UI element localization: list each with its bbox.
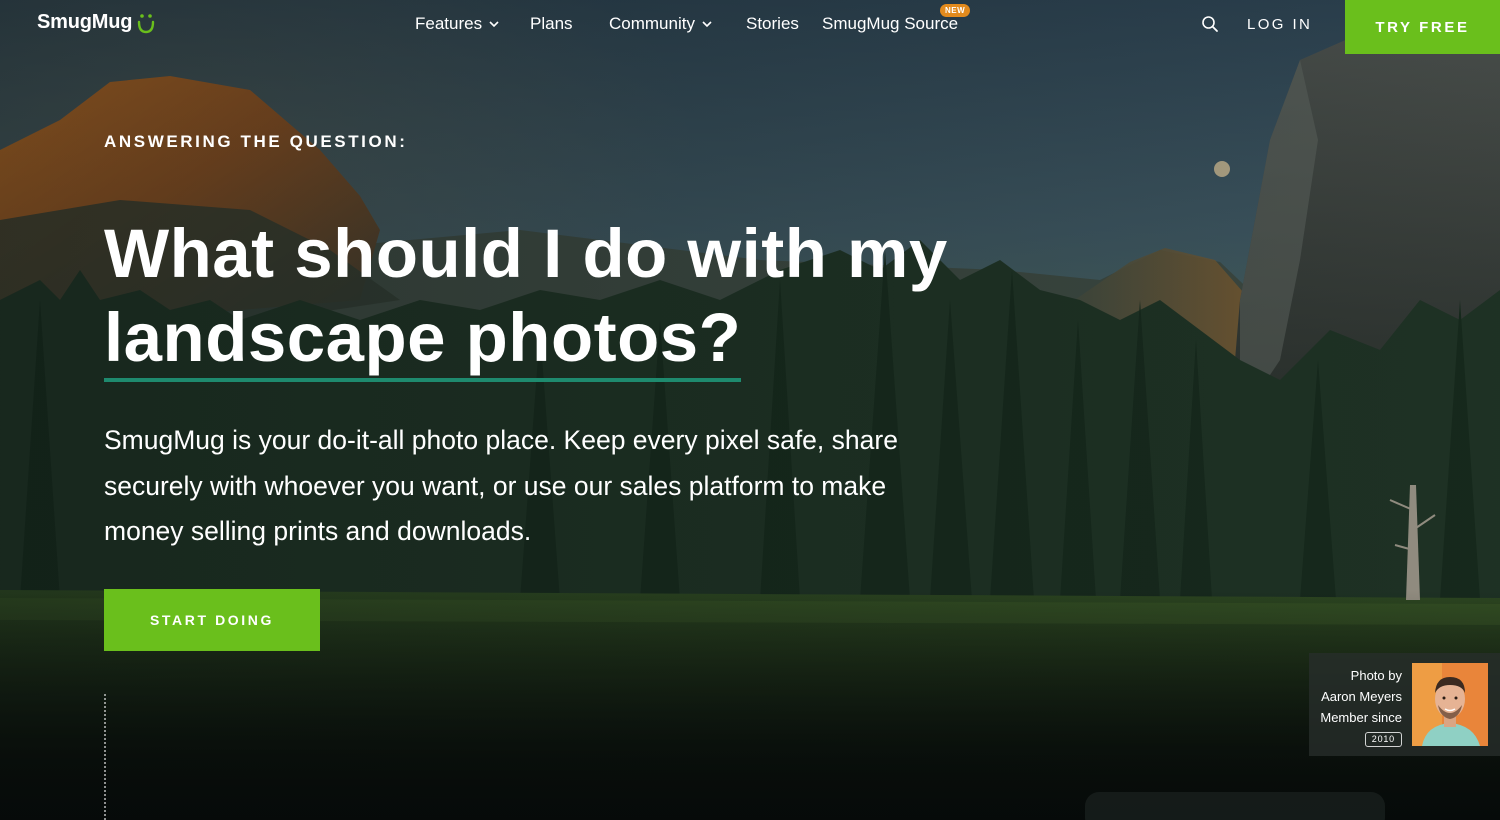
smugmug-face-icon — [138, 13, 155, 33]
try-free-button[interactable]: TRY FREE — [1345, 0, 1500, 54]
search-icon[interactable] — [1201, 15, 1219, 33]
nav-item-smugmug-source[interactable]: SmugMug Source — [822, 14, 958, 34]
logo-wordmark: SmugMug — [37, 11, 133, 33]
hero-eyebrow: ANSWERING THE QUESTION: — [104, 132, 408, 151]
bottom-floating-panel — [1085, 792, 1385, 820]
chevron-down-icon — [702, 20, 712, 27]
photographer-name: Aaron Meyers — [1321, 689, 1402, 704]
hero-description: SmugMug is your do-it-all photo place. K… — [104, 425, 898, 546]
avatar-portrait — [1412, 663, 1488, 746]
credit-label: Photo by — [1350, 668, 1402, 683]
nav-item-label: SmugMug Source — [822, 14, 959, 33]
nav-item-label: Community — [609, 14, 695, 33]
smugmug-logo[interactable]: SmugMug — [37, 11, 156, 34]
start-doing-button[interactable]: START DOING — [104, 589, 320, 651]
hero-background-photo — [0, 0, 1500, 820]
scroll-indicator-line — [104, 694, 106, 820]
headline-line-1: What should I do with my — [104, 215, 948, 292]
login-link[interactable]: LOG IN — [1247, 16, 1312, 33]
headline-line-2-underlined: landscape photos? — [104, 296, 742, 382]
nav-item-plans[interactable]: Plans — [530, 14, 573, 34]
chevron-down-icon — [489, 20, 499, 27]
hero-headline: What should I do with my landscape photo… — [104, 212, 1004, 382]
nav-item-label: Features — [415, 14, 483, 33]
member-year-badge: 2010 — [1364, 732, 1402, 747]
nav-item-label: Stories — [746, 14, 799, 33]
nav-item-label: Plans — [530, 14, 573, 33]
top-navigation: SmugMug Features Plans Community Stories… — [0, 0, 1500, 54]
member-since-label: Member since — [1320, 710, 1402, 725]
nav-item-features[interactable]: Features — [415, 14, 499, 34]
photo-credit-text: Photo by Aaron Meyers Member since — [1320, 665, 1402, 728]
nav-item-community[interactable]: Community — [609, 14, 712, 34]
photographer-avatar[interactable] — [1412, 663, 1488, 746]
new-badge: NEW — [940, 4, 971, 17]
nav-item-stories[interactable]: Stories — [746, 14, 799, 34]
